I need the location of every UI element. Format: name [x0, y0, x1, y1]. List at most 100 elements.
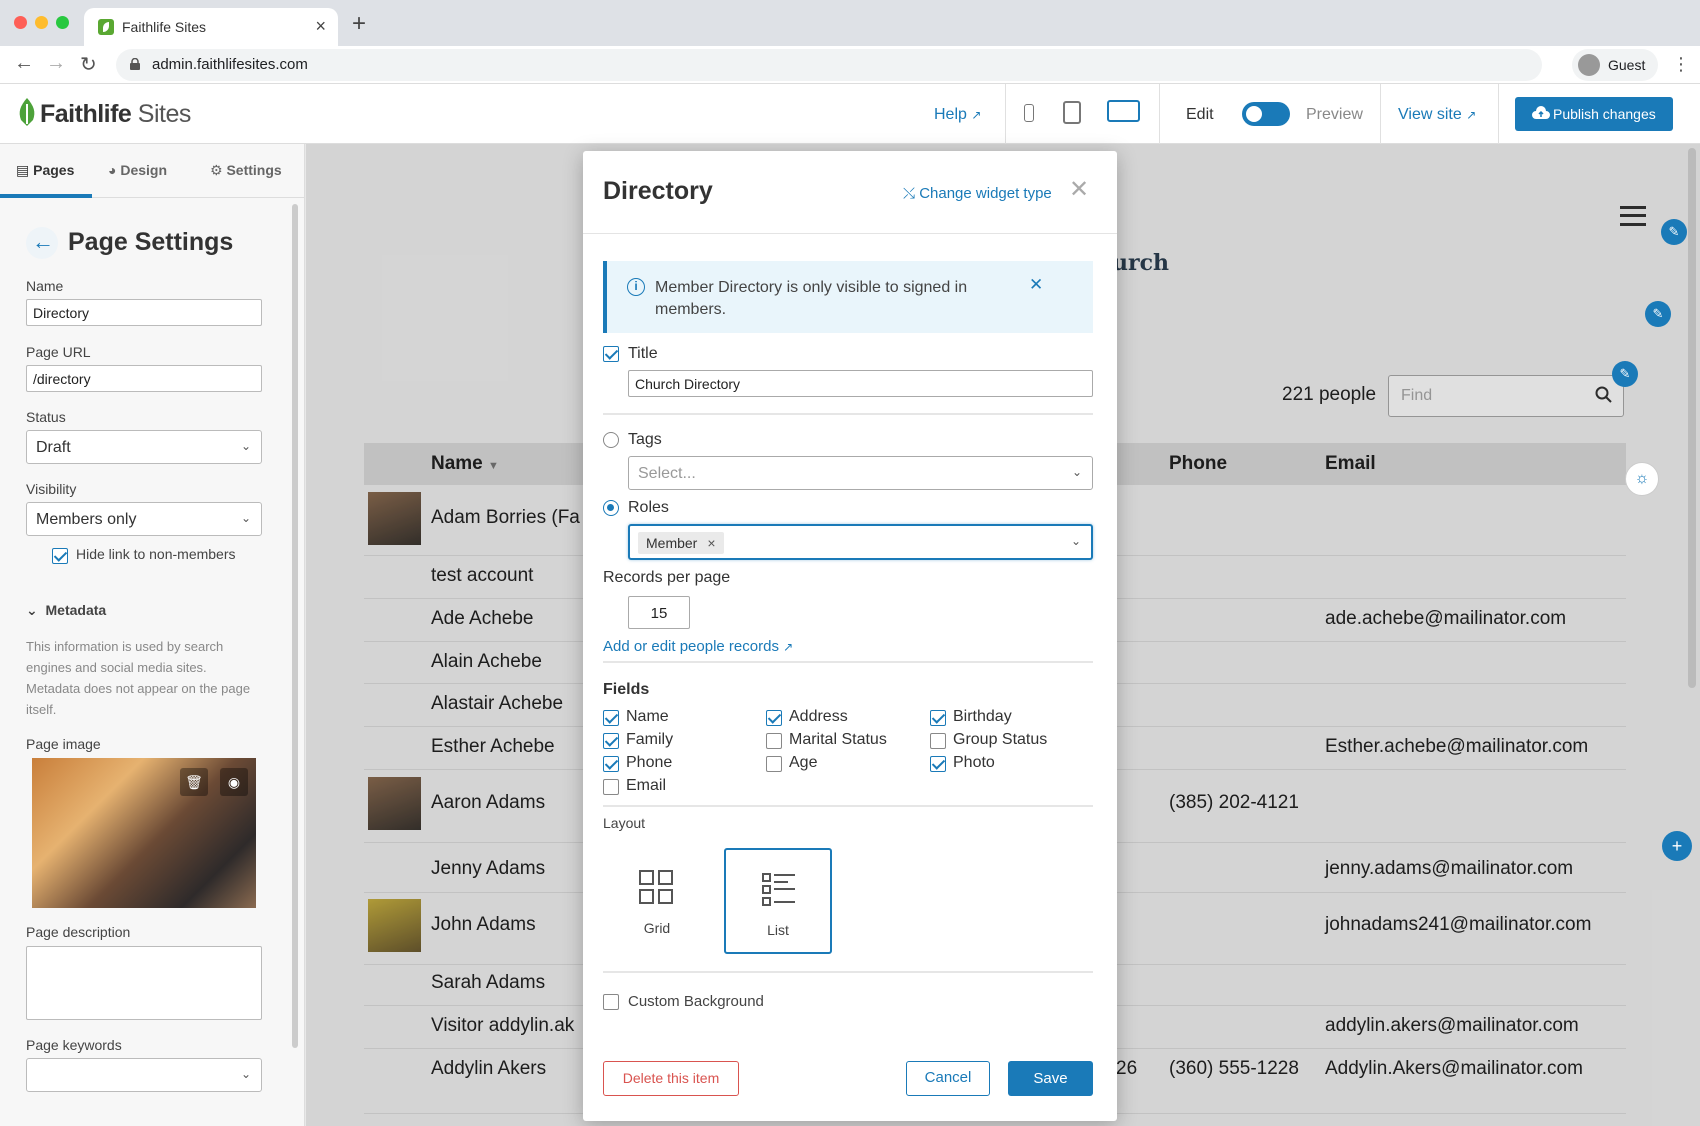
- chevron-down-icon: ⌄: [240, 439, 251, 453]
- page-url-field[interactable]: /directory: [26, 365, 262, 392]
- edit-people-records-link[interactable]: Add or edit people records ↗: [603, 638, 793, 655]
- profile-button[interactable]: Guest: [1572, 49, 1658, 81]
- layout-list-option[interactable]: List: [724, 848, 832, 954]
- panel-title: Page Settings: [68, 228, 234, 256]
- metadata-description: This information is used by search engin…: [26, 639, 251, 717]
- edit-preview-toggle[interactable]: [1242, 102, 1290, 126]
- field-address-checkbox[interactable]: [766, 710, 782, 726]
- tab-design[interactable]: ◕ Design: [108, 162, 167, 178]
- browser-menu-icon[interactable]: ⋮: [1672, 54, 1690, 75]
- close-window-button[interactable]: [14, 16, 27, 29]
- browser-tab[interactable]: Faithlife Sites ×: [84, 8, 338, 46]
- gear-icon: ⚙: [210, 162, 223, 178]
- page-settings-panel: ▤ Pages ◕ Design ⚙ Settings Page Setting…: [0, 144, 305, 1126]
- edit-pencil-icon[interactable]: ✎: [1661, 219, 1687, 245]
- directory-widget-modal: Directory ⤯ Change widget type ✕ i Membe…: [583, 151, 1117, 1121]
- profile-label: Guest: [1608, 57, 1646, 73]
- back-arrow-icon[interactable]: [26, 227, 58, 259]
- dismiss-notice-icon[interactable]: ✕: [1029, 275, 1043, 295]
- external-link-icon: ↗: [783, 640, 794, 654]
- save-button[interactable]: Save: [1008, 1061, 1093, 1096]
- list-icon: [762, 873, 795, 906]
- change-widget-type-link[interactable]: ⤯ Change widget type: [903, 185, 1052, 202]
- delete-item-button[interactable]: Delete this item: [603, 1061, 739, 1096]
- field-family-checkbox[interactable]: [603, 733, 619, 749]
- lock-icon: [130, 58, 140, 70]
- hide-link-checkbox[interactable]: [52, 548, 68, 564]
- info-notice: i Member Directory is only visible to si…: [603, 261, 1093, 333]
- remove-chip-icon[interactable]: ×: [707, 535, 715, 551]
- desktop-view-icon[interactable]: [1107, 100, 1140, 122]
- camera-icon[interactable]: ◉: [220, 768, 248, 796]
- title-input[interactable]: Church Directory: [628, 370, 1093, 397]
- field-birthday-checkbox[interactable]: [930, 710, 946, 726]
- publish-changes-button[interactable]: Publish changes: [1515, 97, 1673, 131]
- roles-select[interactable]: Member × ⌄: [628, 524, 1093, 560]
- add-section-icon[interactable]: +: [1662, 831, 1692, 861]
- tab-pages[interactable]: ▤ Pages: [16, 162, 74, 179]
- forward-icon[interactable]: →: [46, 52, 66, 75]
- field-email-checkbox[interactable]: [603, 779, 619, 795]
- tab-close-icon[interactable]: ×: [315, 16, 326, 37]
- external-link-icon: ↗: [1466, 108, 1477, 122]
- page-image-preview: 🗑 ◉: [32, 758, 256, 908]
- roles-label: Roles: [628, 499, 669, 516]
- edit-pencil-icon[interactable]: ✎: [1612, 361, 1638, 387]
- field-group-status-checkbox[interactable]: [930, 733, 946, 749]
- title-checkbox[interactable]: [603, 346, 619, 362]
- phone-view-icon[interactable]: [1024, 104, 1034, 122]
- panel-tabs: ▤ Pages ◕ Design ⚙ Settings: [0, 144, 305, 198]
- back-icon[interactable]: ←: [14, 52, 34, 75]
- field-marital-status-checkbox[interactable]: [766, 733, 782, 749]
- tags-radio[interactable]: [603, 432, 619, 448]
- info-icon: i: [627, 278, 645, 296]
- visibility-select[interactable]: Members only ⌄: [26, 502, 262, 536]
- tablet-view-icon[interactable]: [1063, 101, 1081, 124]
- field-age-checkbox[interactable]: [766, 756, 782, 772]
- hide-link-label: Hide link to non-members: [76, 546, 236, 562]
- field-photo-checkbox[interactable]: [930, 756, 946, 772]
- page-image-label: Page image: [26, 736, 101, 752]
- logo[interactable]: Faithlife Sites: [40, 100, 191, 129]
- divider: [603, 805, 1093, 807]
- lightbulb-icon[interactable]: ☼: [1625, 462, 1659, 496]
- tags-select[interactable]: Select... ⌄: [628, 456, 1093, 490]
- roles-radio[interactable]: [603, 500, 619, 516]
- divider: [1005, 84, 1006, 144]
- reload-icon[interactable]: ↻: [80, 52, 97, 77]
- tab-settings[interactable]: ⚙ Settings: [210, 162, 282, 179]
- divider: [603, 413, 1093, 415]
- cancel-button[interactable]: Cancel: [906, 1061, 990, 1096]
- custom-background-checkbox[interactable]: [603, 994, 619, 1010]
- view-site-link[interactable]: View site ↗: [1398, 106, 1476, 124]
- chevron-down-icon: ⌄: [240, 1067, 251, 1081]
- trash-icon[interactable]: 🗑: [180, 768, 208, 796]
- app-header: Faithlife Sites Help ↗ Edit Preview View…: [0, 84, 1700, 144]
- status-select[interactable]: Draft ⌄: [26, 430, 262, 464]
- records-per-page-input[interactable]: 15: [628, 596, 690, 629]
- site-scrollbar[interactable]: [1688, 148, 1696, 688]
- edit-pencil-icon[interactable]: ✎: [1645, 301, 1671, 327]
- divider: [603, 661, 1093, 663]
- title-label: Title: [628, 345, 658, 362]
- new-tab-icon[interactable]: +: [352, 10, 366, 38]
- divider: [583, 233, 1117, 234]
- maximize-window-button[interactable]: [56, 16, 69, 29]
- name-field[interactable]: Directory: [26, 299, 262, 326]
- page-description-field[interactable]: [26, 946, 262, 1020]
- help-link[interactable]: Help ↗: [934, 106, 981, 124]
- panel-scrollbar[interactable]: [292, 204, 298, 1048]
- minimize-window-button[interactable]: [35, 16, 48, 29]
- close-icon[interactable]: ✕: [1069, 175, 1089, 204]
- layout-grid-option[interactable]: Grid: [603, 848, 711, 954]
- field-phone-checkbox[interactable]: [603, 756, 619, 772]
- faithlife-leaf-icon: [19, 98, 35, 126]
- field-name-checkbox[interactable]: [603, 710, 619, 726]
- url-field[interactable]: admin.faithlifesites.com: [116, 49, 1542, 81]
- page-keywords-select[interactable]: ⌄: [26, 1058, 262, 1092]
- metadata-toggle[interactable]: ⌄ Metadata: [26, 602, 106, 619]
- layout-grid-label: Grid: [643, 920, 671, 936]
- page-url-label: Page URL: [26, 344, 91, 360]
- fields-heading: Fields: [603, 681, 650, 698]
- records-per-page-label: Records per page: [603, 569, 731, 586]
